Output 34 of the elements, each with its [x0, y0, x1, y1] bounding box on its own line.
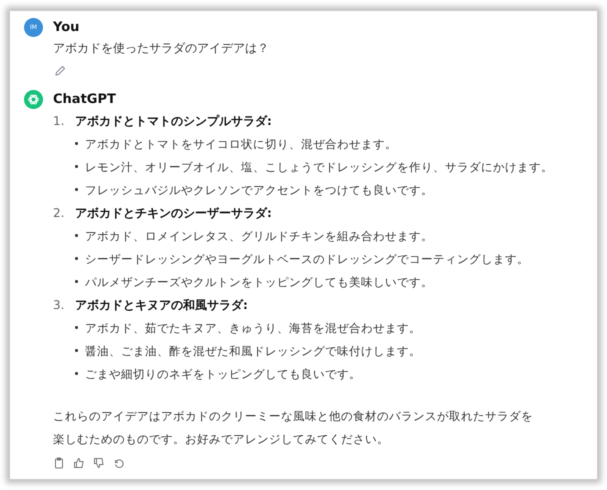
idea-detail: ごまや細切りのネギをトッピングしても良いです。	[85, 366, 361, 383]
bullet-icon	[75, 165, 78, 168]
regenerate-icon[interactable]	[113, 457, 125, 469]
clipboard-icon[interactable]	[53, 457, 65, 469]
bullet-icon	[75, 142, 78, 145]
closing-paragraph: これらのアイデアはアボカドのクリーミーな風味と他の食材のバランスが取れたサラダを楽しむためのものです。お好みでアレンジしてみてください。	[53, 408, 534, 448]
user-name: You	[53, 19, 80, 37]
list-number: 3.	[53, 297, 66, 314]
thumbs-up-icon[interactable]	[73, 457, 85, 469]
bullet-icon	[75, 234, 78, 237]
assistant-name: ChatGPT	[53, 91, 117, 109]
list-number: 1.	[53, 113, 66, 130]
list-number: 2.	[53, 205, 66, 222]
idea-detail: シーザードレッシングやヨーグルトベースのドレッシングでコーティングします。	[85, 251, 529, 268]
idea-title: アボカドとチキンのシーザーサラダ:	[75, 205, 272, 222]
idea-detail: フレッシュバジルやクレソンでアクセントをつけても良いです。	[85, 182, 433, 199]
bullet-icon	[75, 280, 78, 283]
idea-detail: レモン汁、オリーブオイル、塩、こしょうでドレッシングを作り、サラダにかけます。	[85, 159, 553, 176]
idea-detail: アボカド、ロメインレタス、グリルドチキンを組み合わせます。	[85, 228, 433, 245]
idea-detail: 醤油、ごま油、酢を混ぜた和風ドレッシングで味付けします。	[85, 343, 421, 360]
bullet-icon	[75, 257, 78, 260]
bullet-icon	[75, 349, 78, 352]
edit-icon[interactable]	[54, 65, 66, 77]
idea-detail: アボカド、茹でたキヌア、きゅうり、海苔を混ぜ合わせます。	[85, 320, 421, 337]
bullet-icon	[75, 188, 78, 191]
thumbs-down-icon[interactable]	[93, 457, 105, 469]
bullet-icon	[75, 372, 78, 375]
user-message: アボカドを使ったサラダのアイデアは？	[53, 40, 270, 57]
bullet-icon	[75, 326, 78, 329]
idea-detail: アボカドとトマトをサイコロ状に切り、混ぜ合わせます。	[85, 136, 397, 153]
idea-title: アボカドとキヌアの和風サラダ:	[75, 297, 248, 314]
idea-title: アボカドとトマトのシンプルサラダ:	[75, 113, 272, 130]
assistant-logo-icon	[24, 90, 43, 109]
idea-detail: パルメザンチーズやクルトンをトッピングしても美味しいです。	[85, 274, 433, 291]
